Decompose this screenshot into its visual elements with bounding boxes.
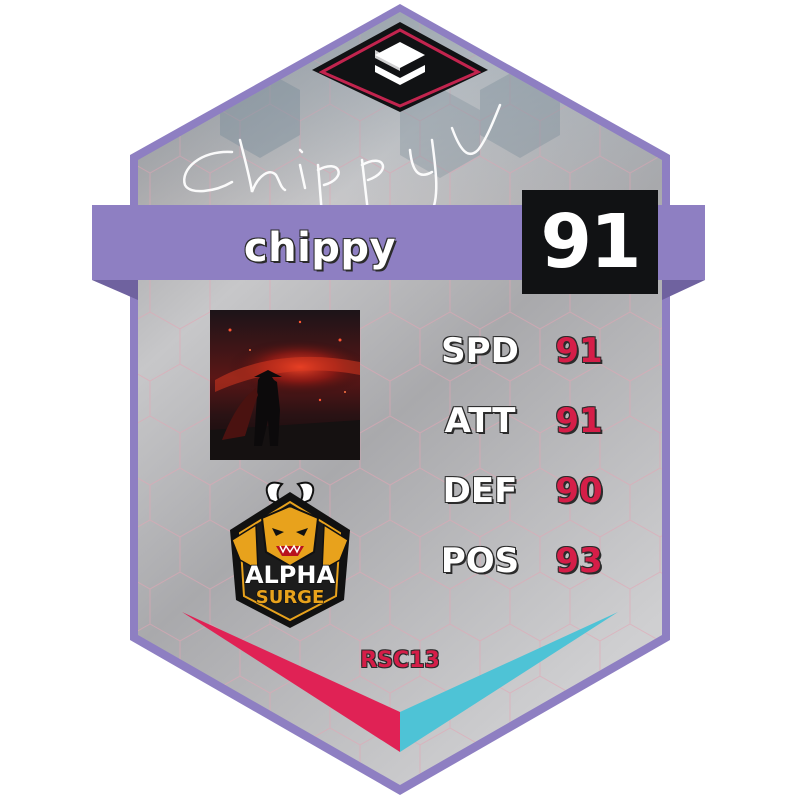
stat-label: POS (440, 541, 520, 581)
avatar (210, 310, 360, 460)
team-logo-alpha: ALPHA (245, 561, 336, 589)
player-name: chippy (243, 225, 397, 271)
stat-row-pos: POS 93 (426, 536, 646, 586)
player-card: ALPHA SURGE chippy 91 SPD 91 ATT 91 DEF … (0, 0, 800, 800)
team-logo-surge: SURGE (256, 587, 325, 608)
stat-value: 90 (555, 471, 603, 511)
overall-rating: 91 (540, 199, 642, 285)
stat-row-att: ATT 91 (426, 396, 646, 446)
stat-label: DEF (442, 471, 518, 511)
card-graphic: ALPHA SURGE (92, 4, 705, 795)
overall-rating-box: 91 (522, 190, 658, 294)
stat-row-def: DEF 90 (426, 466, 646, 516)
stat-value: 93 (555, 541, 603, 581)
stat-label: ATT (444, 401, 516, 441)
stat-value: 91 (555, 331, 603, 371)
stat-label: SPD (441, 331, 519, 371)
stat-value: 91 (555, 401, 603, 441)
stat-row-spd: SPD 91 (426, 326, 646, 376)
season-label: RSC13 (360, 647, 440, 673)
